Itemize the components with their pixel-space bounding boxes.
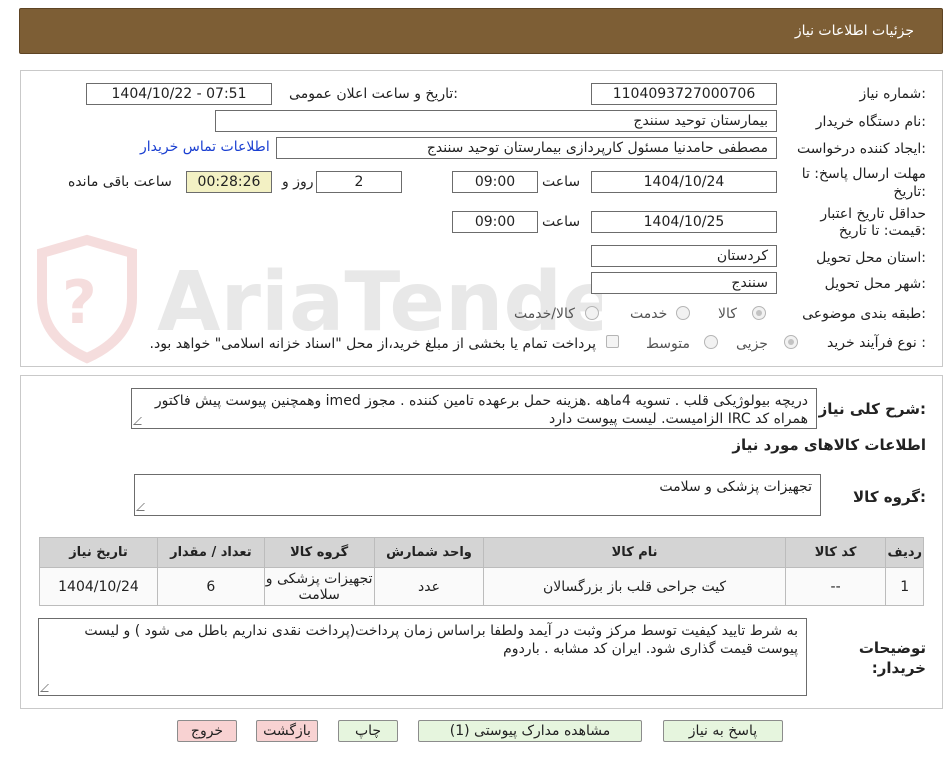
city-label: شهر محل تحویل: — [824, 276, 926, 292]
print-button[interactable]: چاپ — [338, 720, 398, 742]
col-header-name: نام کالا — [483, 537, 786, 568]
treasury-note: پرداخت تمام یا بخشی از مبلغ خرید،از محل … — [149, 336, 596, 352]
reply-deadline-label: مهلت ارسال پاسخ: تا — [801, 166, 926, 182]
city-field: سنندج — [591, 272, 777, 294]
goods-group-label: گروه کالا: — [853, 488, 926, 506]
table-header-row: ردیف کد کالا نام کالا واحد شمارش گروه کا… — [39, 537, 924, 568]
category-option-goods: کالا — [718, 306, 737, 322]
requester-field: مصطفی حامدنیا مسئول کارپردازی بیمارستان … — [276, 137, 777, 159]
page-header: جزئیات اطلاعات نیاز — [19, 8, 943, 54]
buyer-org-field: بیمارستان توحید سنندج — [215, 110, 777, 132]
announce-datetime-label: تاریخ و ساعت اعلان عمومی: — [289, 86, 458, 102]
validity-time-label: ساعت — [542, 214, 581, 230]
cell-need-date: 1404/10/24 — [39, 567, 158, 606]
reply-button[interactable]: پاسخ به نیاز — [663, 720, 783, 742]
category-radio-goods[interactable] — [752, 306, 766, 320]
remaining-time-label: ساعت باقی مانده — [68, 174, 172, 190]
reply-time-label: ساعت — [542, 174, 581, 190]
summary-textarea[interactable]: دریچه بیولوژیکی قلب . تسویه 4ماهه .هزینه… — [131, 388, 817, 429]
goods-table: ردیف کد کالا نام کالا واحد شمارش گروه کا… — [39, 537, 924, 606]
purchase-option-medium: متوسط — [646, 336, 690, 352]
buyer-notes-textarea[interactable]: به شرط تایید کیفیت توسط مرکز وثبت در آیم… — [38, 618, 807, 696]
goods-group-field: تجهیزات پزشکی و سلامت — [134, 474, 821, 516]
col-header-group: گروه کالا — [263, 537, 375, 568]
remaining-days-field: 2 — [316, 171, 402, 193]
col-header-code: کد کالا — [784, 537, 887, 568]
purchase-option-minor: جزیی — [736, 336, 768, 352]
col-header-row-number: ردیف — [885, 537, 924, 568]
exit-button[interactable]: خروج — [177, 720, 237, 742]
goods-section-title: اطلاعات کالاهای مورد نیاز — [732, 436, 926, 454]
category-option-service: خدمت — [630, 306, 668, 322]
cell-group: تجهیزات پزشکی و سلامت — [263, 567, 375, 606]
cell-row-number: 1 — [885, 567, 924, 606]
reply-deadline-date-field: 1404/10/24 — [591, 171, 777, 193]
need-number-field: 1104093727000706 — [591, 83, 777, 105]
purchase-radio-medium[interactable] — [704, 335, 718, 349]
category-radio-goods-service[interactable] — [585, 306, 599, 320]
requester-label: ایجاد کننده درخواست: — [797, 141, 926, 157]
days-label: روز و — [282, 174, 314, 190]
page-title: جزئیات اطلاعات نیاز — [794, 23, 914, 39]
announce-datetime-field: 1404/10/22 - 07:51 — [86, 83, 272, 105]
summary-label: شرح کلی نیاز: — [818, 400, 926, 418]
buyer-org-label: نام دستگاه خریدار: — [815, 114, 926, 130]
purchase-type-label: نوع فرآیند خرید : — [827, 335, 926, 351]
buyer-contact-link[interactable]: اطلاعات تماس خریدار — [140, 139, 270, 155]
category-option-goods-service: کالا/خدمت — [514, 306, 575, 322]
treasury-checkbox[interactable] — [606, 335, 619, 348]
col-header-quantity: تعداد / مقدار — [156, 537, 265, 568]
table-row: 1 -- کیت جراحی قلب باز بزرگسالان عدد تجه… — [39, 567, 924, 606]
remaining-time-field: 00:28:26 — [186, 171, 272, 193]
buyer-notes-label: توضیحات خریدار: — [858, 639, 926, 677]
price-validity-time-field: 09:00 — [452, 211, 538, 233]
cell-quantity: 6 — [156, 567, 265, 606]
price-validity-label: حداقل تاریخ اعتبار — [820, 206, 926, 222]
category-label: طبقه بندی موضوعی: — [802, 306, 926, 322]
price-validity-date-field: 1404/10/25 — [591, 211, 777, 233]
province-field: کردستان — [591, 245, 777, 267]
back-button[interactable]: بازگشت — [256, 720, 318, 742]
col-header-unit: واحد شمارش — [373, 537, 485, 568]
purchase-radio-minor[interactable] — [784, 335, 798, 349]
cell-unit: عدد — [373, 567, 485, 606]
reply-deadline-label-2: تاریخ: — [893, 184, 926, 200]
view-attachments-button[interactable]: مشاهده مدارک پیوستی (1) — [418, 720, 642, 742]
province-label: استان محل تحویل: — [816, 250, 926, 266]
price-validity-label-2: قیمت: تا تاریخ: — [838, 223, 926, 239]
cell-code: -- — [784, 567, 887, 606]
need-number-label: شماره نیاز: — [859, 86, 926, 102]
reply-deadline-time-field: 09:00 — [452, 171, 538, 193]
col-header-need-date: تاریخ نیاز — [39, 537, 158, 568]
cell-name: کیت جراحی قلب باز بزرگسالان — [483, 567, 786, 606]
category-radio-service[interactable] — [676, 306, 690, 320]
